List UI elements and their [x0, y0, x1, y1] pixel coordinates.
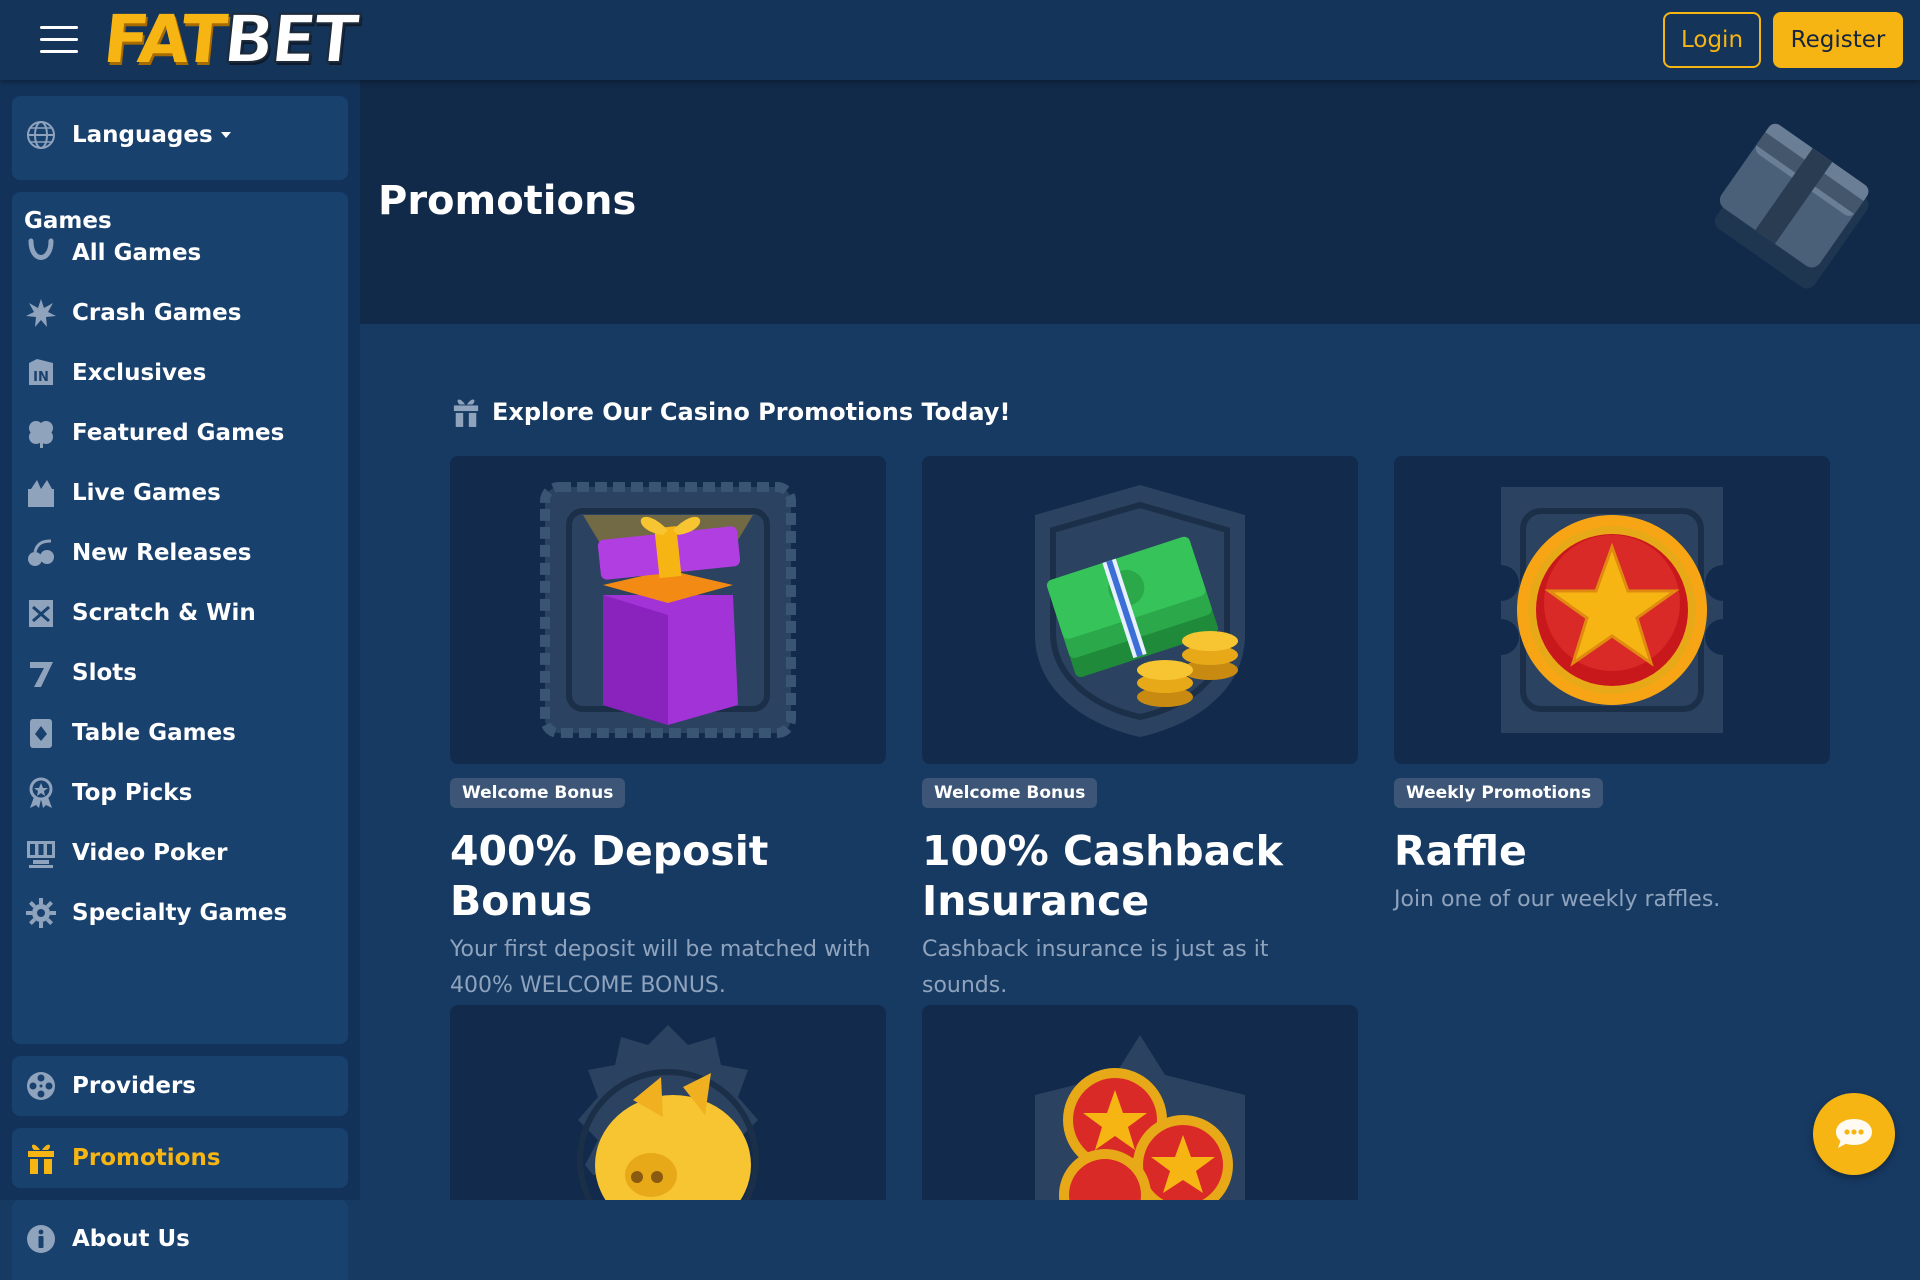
sidebar-item-crash-games[interactable]: Crash Games — [24, 296, 241, 330]
gift-icon — [24, 1141, 58, 1175]
logo-bet: BET — [218, 0, 360, 79]
promo-card-image[interactable] — [1394, 456, 1830, 764]
explosion-icon — [24, 296, 58, 330]
logo-fat: FAT — [99, 0, 228, 78]
hero-banner: Promotions — [360, 80, 1920, 324]
sidebar-item-specialty-games[interactable]: Specialty Games — [24, 896, 287, 930]
horseshoe-icon — [24, 236, 58, 270]
languages-label: Languages — [72, 122, 213, 148]
sidebar-item-label: About Us — [72, 1226, 190, 1252]
sidebar-item-about[interactable]: About Us — [24, 1222, 190, 1256]
about-box: About Us — [12, 1200, 348, 1280]
film-reel-icon — [24, 1069, 58, 1103]
sidebar-item-label: Live Games — [72, 480, 221, 506]
cog-icon — [24, 896, 58, 930]
promo-card[interactable]: Welcome Bonus 100% Cashback Insurance Ca… — [922, 456, 1358, 1004]
sidebar-item-label: Video Poker — [72, 840, 228, 866]
sidebar-item-video-poker[interactable]: Video Poker — [24, 836, 227, 870]
promo-description: Your first deposit will be matched with … — [450, 937, 871, 998]
languages-box: Languages — [12, 96, 348, 180]
sidebar-item-table-games[interactable]: Table Games — [24, 716, 236, 750]
sidebar-item-promotions[interactable]: Promotions — [24, 1141, 221, 1175]
promo-description: Cashback insurance is just as it sounds. — [922, 937, 1269, 998]
sidebar-item-featured-games[interactable]: Featured Games — [24, 416, 284, 450]
promo-title[interactable]: 400% Deposit Bonus — [450, 826, 886, 926]
login-button[interactable]: Login — [1663, 12, 1761, 68]
promo-card-image[interactable] — [922, 456, 1358, 764]
logo[interactable]: FAT BET — [100, 0, 360, 79]
promo-title[interactable]: Raffle — [1394, 826, 1830, 876]
chat-button[interactable] — [1813, 1093, 1895, 1175]
gift-icon — [452, 396, 480, 428]
live-icon — [24, 476, 58, 510]
clover-icon — [24, 416, 58, 450]
languages-dropdown[interactable]: Languages — [24, 118, 231, 152]
star-coins-icon — [1035, 1035, 1245, 1200]
promo-title[interactable]: 100% Cashback Insurance — [922, 826, 1358, 926]
promo-description: Join one of our weekly raffles. — [1394, 887, 1721, 912]
cash-and-coins-icon — [1035, 485, 1245, 737]
promo-card[interactable] — [922, 1005, 1358, 1200]
award-icon — [24, 776, 58, 810]
promo-card-image[interactable] — [450, 456, 886, 764]
promotions-box: Promotions — [12, 1128, 348, 1188]
section-heading: Explore Our Casino Promotions Today! — [452, 396, 1010, 428]
sidebar-item-exclusives[interactable]: IN Exclusives — [24, 356, 206, 390]
svg-text:IN: IN — [33, 370, 49, 385]
gift-box-illustration — [1690, 98, 1900, 308]
sidebar-item-label: Featured Games — [72, 420, 285, 446]
sidebar-item-all-games[interactable]: All Games — [24, 236, 201, 270]
info-icon — [24, 1222, 58, 1256]
star-medal-icon — [1501, 487, 1723, 733]
games-box: Games All Games Crash Games IN Exclusives Fe… — [12, 192, 348, 1044]
cherry-icon — [24, 536, 58, 570]
providers-box: Providers — [12, 1056, 348, 1116]
sidebar-item-top-picks[interactable]: Top Picks — [24, 776, 192, 810]
globe-icon — [24, 118, 58, 152]
top-bar: FAT BET Login Register — [0, 0, 1920, 80]
sidebar-item-label: All Games — [72, 240, 202, 266]
scratch-ticket-icon — [24, 596, 58, 630]
register-button[interactable]: Register — [1773, 12, 1903, 68]
sidebar-item-label: Specialty Games — [72, 900, 288, 926]
piggy-bank-icon — [577, 1025, 759, 1200]
sidebar-item-slots[interactable]: Slots — [24, 656, 137, 690]
seven-icon — [24, 656, 58, 690]
games-heading: Games — [24, 208, 112, 234]
sidebar-item-scratch-win[interactable]: Scratch & Win — [24, 596, 256, 630]
sidebar-item-providers[interactable]: Providers — [24, 1069, 196, 1103]
sidebar-item-new-releases[interactable]: New Releases — [24, 536, 251, 570]
chevron-down-icon — [220, 132, 231, 138]
sidebar-item-label: Exclusives — [72, 360, 207, 386]
video-poker-icon — [24, 836, 58, 870]
sidebar-item-label: Scratch & Win — [72, 600, 256, 626]
section-title: Explore Our Casino Promotions Today! — [492, 398, 1011, 426]
sidebar-item-label: Slots — [72, 660, 137, 686]
promo-card[interactable] — [450, 1005, 886, 1200]
exclusive-icon: IN — [24, 356, 58, 390]
playing-card-icon — [24, 716, 58, 750]
page-title: Promotions — [378, 178, 637, 224]
sidebar-item-live-games[interactable]: Live Games — [24, 476, 221, 510]
gift-box-icon — [540, 482, 796, 738]
sidebar-item-label: Top Picks — [72, 780, 193, 806]
promo-badge: Weekly Promotions — [1394, 778, 1604, 808]
promo-badge: Welcome Bonus — [450, 778, 626, 808]
menu-icon[interactable] — [40, 26, 78, 54]
sidebar-item-label: Providers — [72, 1073, 196, 1099]
promo-card[interactable]: Welcome Bonus 400% Deposit Bonus Your fi… — [450, 456, 886, 1004]
promo-badge: Welcome Bonus — [922, 778, 1098, 808]
sidebar-item-label: Crash Games — [72, 300, 242, 326]
sidebar-item-label: Promotions — [72, 1145, 221, 1171]
sidebar: Languages Games All Games Crash Games IN Ex… — [0, 80, 360, 1280]
promo-card-image[interactable] — [922, 1005, 1358, 1200]
sidebar-item-label: Table Games — [72, 720, 236, 746]
chat-bubble-icon — [1836, 1119, 1872, 1148]
sidebar-item-label: New Releases — [72, 540, 252, 566]
promo-card-image[interactable] — [450, 1005, 886, 1200]
promo-card[interactable]: Weekly Promotions Raffle Join one of our… — [1394, 456, 1830, 918]
